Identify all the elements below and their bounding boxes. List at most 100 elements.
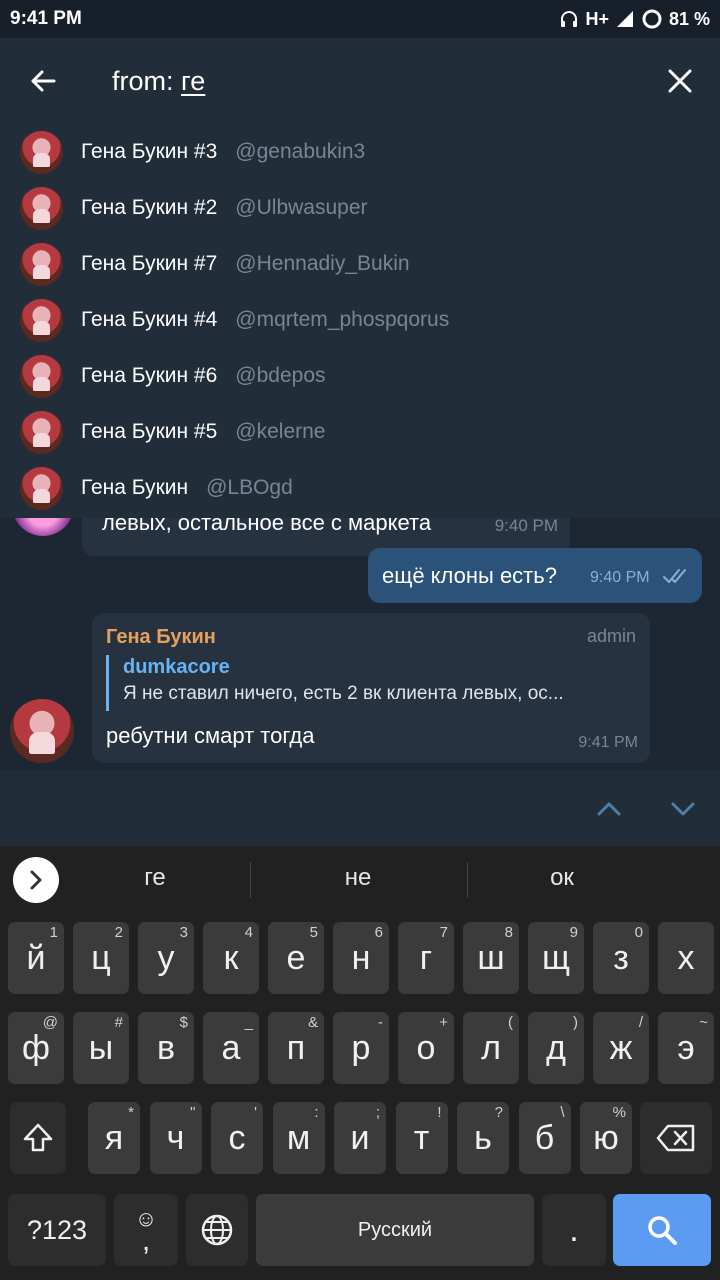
letter-key[interactable]: т! [395,1102,448,1174]
symbols-key[interactable]: ?123 [8,1194,106,1266]
avatar [20,410,63,454]
language-key[interactable] [186,1194,248,1266]
letter-key[interactable]: ф @ [8,1012,64,1084]
battery-level: 81 % [668,8,710,29]
status-icons: H+ 81 % [559,8,710,30]
key-hint: + [439,1014,448,1031]
key-label: е [286,938,306,977]
key-label: к [223,938,239,977]
letter-key[interactable]: ш8 [463,922,519,994]
key-label: ц [91,938,111,977]
letter-key[interactable]: в $ [138,1012,194,1084]
search-navigation-bar [0,770,720,846]
signal-icon [616,11,633,27]
status-time: 9:41 PM [10,8,82,29]
reply-quote[interactable]: dumkacore Я не ставил ничего, есть 2 вк … [106,655,636,711]
avatar [20,466,63,510]
letter-key[interactable]: п & [268,1012,324,1084]
letter-key[interactable]: ц2 [73,922,129,994]
word-suggestion[interactable]: не [268,864,448,892]
letter-key[interactable]: х [658,922,714,994]
space-key[interactable]: Русский [256,1194,534,1266]
emoji-comma-key[interactable]: ☺ , [114,1194,178,1266]
user-suggestion[interactable]: Гена Букин #6 @bdepos [0,348,720,404]
message-time: 9:40 PM [494,518,558,535]
period-key[interactable]: . [542,1194,606,1266]
search-prefix: from: [112,65,182,96]
expand-suggestions-button[interactable] [13,857,59,903]
key-label: ы [88,1028,114,1067]
avatar [20,130,63,174]
key-label: у [157,938,175,977]
word-suggestion[interactable]: ок [487,864,637,892]
letter-key[interactable]: ч " [149,1102,202,1174]
user-suggestion[interactable]: Гена Букин #7 @Hennadiy_Bukin [0,236,720,292]
user-handle: @bdepos [235,364,326,387]
letter-key[interactable]: к4 [203,922,259,994]
key-label: р [351,1028,371,1067]
user-name: Гена Букин #2 [81,196,218,219]
letter-key[interactable]: д) [528,1012,584,1084]
clear-search-button[interactable] [640,38,720,124]
backspace-key[interactable] [640,1102,712,1174]
avatar[interactable] [10,699,74,763]
letter-key[interactable]: ы # [73,1012,129,1084]
letter-key[interactable]: щ9 [528,922,584,994]
avatar[interactable] [12,518,74,536]
avatar [20,242,63,286]
letter-key[interactable]: я * [88,1102,140,1174]
key-label: л [481,1028,501,1067]
search-input[interactable]: from: ге [112,66,205,97]
letter-key[interactable]: ж / [593,1012,649,1084]
reply-text: Я не ставил ничего, есть 2 вк клиента ле… [123,683,564,704]
letter-key[interactable]: л( [463,1012,519,1084]
shift-key[interactable] [10,1102,66,1174]
letter-key[interactable]: г7 [398,922,454,994]
key-label: о [416,1028,436,1067]
headphones-icon [561,11,578,27]
key-hint: 9 [569,924,578,941]
search-term: ге [181,65,206,96]
letter-key[interactable]: б \ [518,1102,571,1174]
letter-key[interactable]: р- [333,1012,389,1084]
next-result-button[interactable] [662,788,704,830]
letter-key[interactable]: с ' [211,1102,263,1174]
word-suggestion[interactable]: ге [80,864,230,892]
letter-key[interactable]: о + [398,1012,454,1084]
user-name: Гена Букин #5 [81,420,218,443]
key-label: з [613,938,629,977]
search-key[interactable] [613,1194,711,1266]
chevron-right-icon [30,870,42,890]
user-suggestion-list: Гена Букин #3 @genabukin3 Гена Букин #2 @U… [0,124,720,518]
letter-key[interactable]: з0 [593,922,649,994]
user-suggestion[interactable]: Гена Букин @LBOgd [0,460,720,516]
user-suggestion[interactable]: Гена Букин #2 @Ulbwasuper [0,180,720,236]
read-ticks-icon [663,569,686,583]
message-sender[interactable]: Гена Букин [106,626,216,649]
user-suggestion[interactable]: Гена Букин #4 @mqrtem_phospqorus [0,292,720,348]
letter-key[interactable]: й1 [8,922,64,994]
letter-key[interactable]: у3 [138,922,194,994]
globe-icon [201,1214,233,1246]
key-hint: 1 [49,924,58,941]
key-hint: ~ [699,1014,708,1031]
letter-key[interactable]: э ~ [658,1012,714,1084]
user-suggestion[interactable]: Гена Букин #5 @kelerne [0,404,720,460]
letter-key[interactable]: и; [334,1102,386,1174]
previous-result-button[interactable] [588,788,630,830]
key-label: ч [166,1118,185,1157]
back-button[interactable] [0,38,86,124]
incoming-message[interactable]: Гена Букин admin dumkacore Я не ставил н… [92,613,650,763]
user-handle: @Hennadiy_Bukin [235,252,410,275]
search-toolbar: from: ге [0,38,720,124]
outgoing-message[interactable]: ещё клоны есть? 9:40 PM [368,548,702,603]
letter-key[interactable]: н6 [333,922,389,994]
letter-key[interactable]: м: [272,1102,325,1174]
user-suggestion[interactable]: Гена Букин #3 @genabukin3 [0,124,720,180]
key-label: ь [474,1118,492,1157]
letter-key[interactable]: а _ [203,1012,259,1084]
letter-key[interactable]: е5 [268,922,324,994]
letter-key[interactable]: ь? [457,1102,509,1174]
letter-key[interactable]: ю% [580,1102,632,1174]
key-hint: : [314,1104,319,1121]
